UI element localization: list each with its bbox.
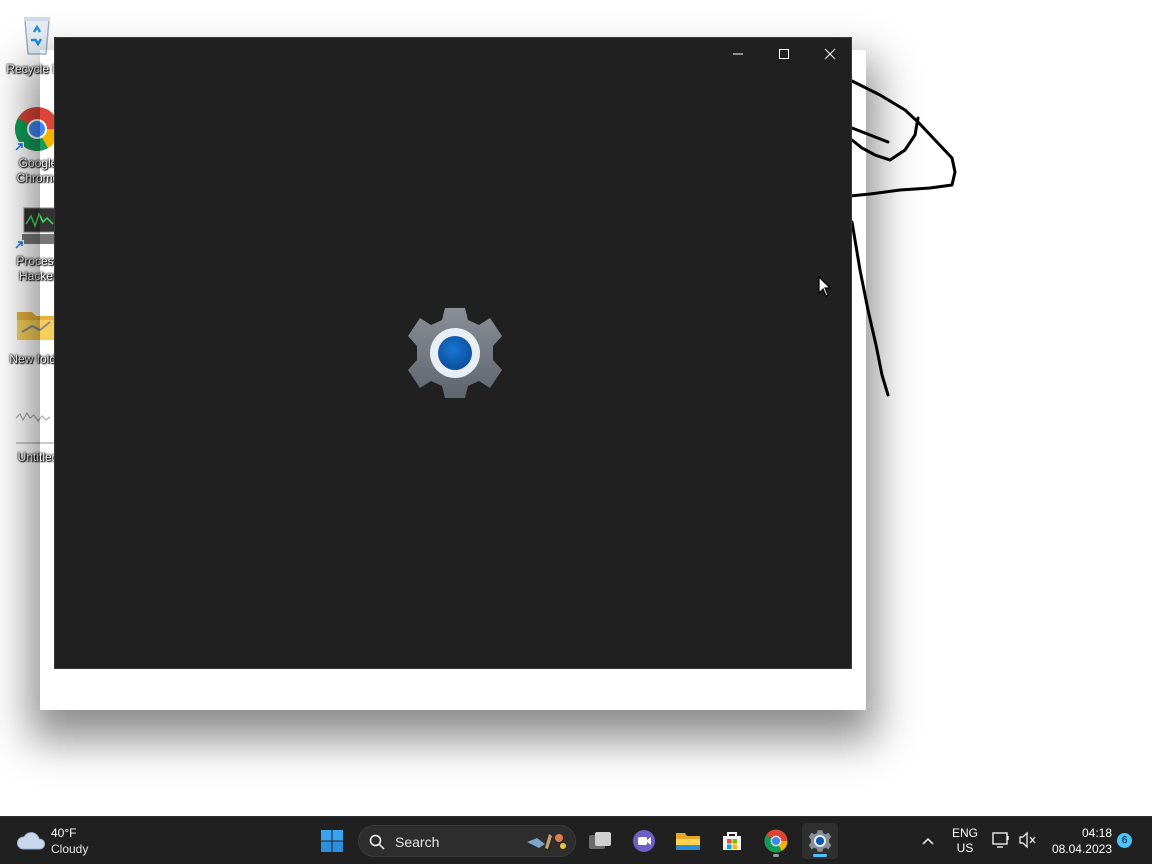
store-icon — [723, 832, 741, 850]
taskbar-search[interactable]: Search — [358, 825, 576, 857]
settings-gear-icon — [808, 830, 832, 852]
weather-condition: Cloudy — [51, 842, 89, 856]
minimize-icon — [733, 53, 743, 55]
search-highlight-icon — [527, 834, 566, 849]
network-icon[interactable] — [992, 831, 1012, 849]
microsoft-store-button[interactable] — [714, 823, 750, 859]
start-button[interactable] — [314, 823, 350, 859]
settings-window[interactable] — [54, 37, 852, 669]
windows-start-icon — [321, 830, 343, 852]
cloud-icon — [17, 832, 46, 850]
minimize-button[interactable] — [715, 38, 761, 70]
settings-gear-icon — [408, 308, 502, 398]
keyboard-layout: US — [956, 841, 974, 855]
volume-muted-icon[interactable] — [1018, 831, 1038, 849]
search-label: Search — [395, 834, 440, 850]
meet-now-button[interactable] — [626, 823, 662, 859]
settings-taskbar-button[interactable] — [802, 823, 838, 859]
mouse-cursor-icon — [818, 276, 832, 297]
folder-icon — [676, 833, 700, 850]
weather-temp: 40°F — [51, 826, 77, 840]
desktop: Recycle Bin Google Chrome Process Hacker — [0, 0, 1152, 816]
maximize-icon — [779, 49, 789, 59]
clock[interactable]: 04:18 08.04.2023 — [1044, 825, 1112, 857]
weather-widget[interactable]: 40°F Cloudy — [14, 823, 124, 859]
taskbar: 40°F Cloudy Search ENG US 04:18 08.04.20… — [0, 816, 1152, 864]
clock-time: 04:18 — [1081, 826, 1112, 840]
file-explorer-button[interactable] — [670, 823, 706, 859]
chrome-taskbar-button[interactable] — [758, 823, 794, 859]
language-code: ENG — [951, 826, 978, 840]
chevron-up-icon[interactable] — [916, 829, 940, 853]
close-icon — [824, 48, 836, 60]
search-icon — [369, 834, 385, 850]
chrome-icon — [764, 829, 788, 853]
task-view-button[interactable] — [582, 823, 618, 859]
notification-badge[interactable]: 6 — [1117, 833, 1132, 848]
language-indicator[interactable]: ENG US — [948, 826, 982, 856]
close-button[interactable] — [807, 38, 853, 70]
task-view-icon — [589, 832, 611, 849]
active-indicator — [813, 854, 827, 857]
clock-date: 08.04.2023 — [1051, 842, 1112, 856]
running-indicator — [773, 854, 779, 857]
meet-now-icon — [633, 830, 655, 852]
maximize-button[interactable] — [761, 38, 807, 70]
